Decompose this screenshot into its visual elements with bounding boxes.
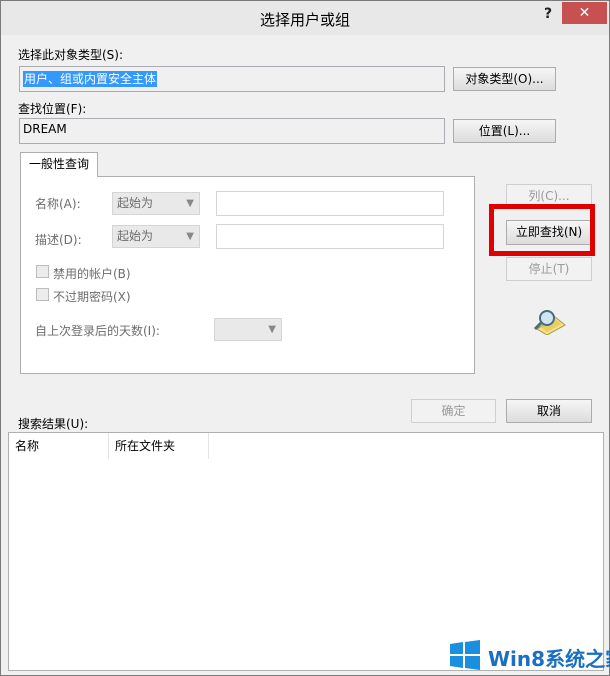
chevron-down-icon: ▼ <box>186 231 194 242</box>
name-mode-value: 起始为 <box>117 196 154 210</box>
watermark-text: Win8系统之家 <box>488 647 610 671</box>
common-queries-panel: 名称(A): 起始为 ▼ 描述(D): 起始为 ▼ 禁用的帐户(B) 不过期密码… <box>20 176 475 374</box>
description-mode-select[interactable]: 起始为 ▼ <box>112 225 200 248</box>
column-header-folder[interactable]: 所在文件夹 <box>109 433 209 459</box>
object-type-value: 用户、组或内置安全主体 <box>23 71 158 87</box>
tab-common-queries[interactable]: 一般性查询 <box>20 152 98 177</box>
help-button[interactable]: ? <box>537 4 559 26</box>
search-results-list[interactable]: 名称 所在文件夹 <box>8 432 604 671</box>
chevron-down-icon: ▼ <box>186 198 194 209</box>
find-now-highlight <box>489 204 595 256</box>
dialog-title: 选择用户或组 <box>259 11 350 29</box>
locations-button[interactable]: 位置(L)... <box>453 119 556 143</box>
cancel-button[interactable]: 取消 <box>506 399 592 423</box>
name-input[interactable] <box>216 191 444 216</box>
name-label: 名称(A): <box>35 197 81 211</box>
object-type-field: 用户、组或内置安全主体 <box>19 66 445 92</box>
ok-button[interactable]: 确定 <box>411 399 496 423</box>
description-mode-value: 起始为 <box>117 229 154 243</box>
disabled-accounts-label: 禁用的帐户(B) <box>53 267 131 281</box>
object-types-button[interactable]: 对象类型(O)... <box>453 67 556 91</box>
description-input[interactable] <box>216 224 444 249</box>
stop-button[interactable]: 停止(T) <box>506 257 592 281</box>
non-expiring-password-checkbox[interactable] <box>36 288 49 301</box>
disabled-accounts-checkbox[interactable] <box>36 265 49 278</box>
close-button[interactable]: ✕ <box>562 2 607 24</box>
search-animation-icon <box>533 310 566 335</box>
days-since-logon-label: 自上次登录后的天数(I): <box>35 324 160 338</box>
description-label: 描述(D): <box>35 233 82 247</box>
watermark: Win8系统之家 <box>448 638 610 672</box>
non-expiring-password-label: 不过期密码(X) <box>53 290 131 304</box>
days-since-logon-select[interactable]: ▼ <box>214 318 282 341</box>
name-mode-select[interactable]: 起始为 ▼ <box>112 192 200 215</box>
chevron-down-icon: ▼ <box>268 324 276 335</box>
location-field: DREAM <box>19 118 445 144</box>
location-label: 查找位置(F): <box>18 102 87 116</box>
title-bar[interactable]: 选择用户或组 ? ✕ <box>1 1 609 35</box>
object-type-label: 选择此对象类型(S): <box>18 48 124 62</box>
column-header-name[interactable]: 名称 <box>9 433 109 459</box>
location-value: DREAM <box>23 122 67 136</box>
select-users-or-groups-dialog: 选择用户或组 ? ✕ 选择此对象类型(S): 用户、组或内置安全主体 对象类型(… <box>0 0 610 676</box>
search-results-label: 搜索结果(U): <box>18 417 89 431</box>
windows-logo-icon <box>450 640 480 670</box>
